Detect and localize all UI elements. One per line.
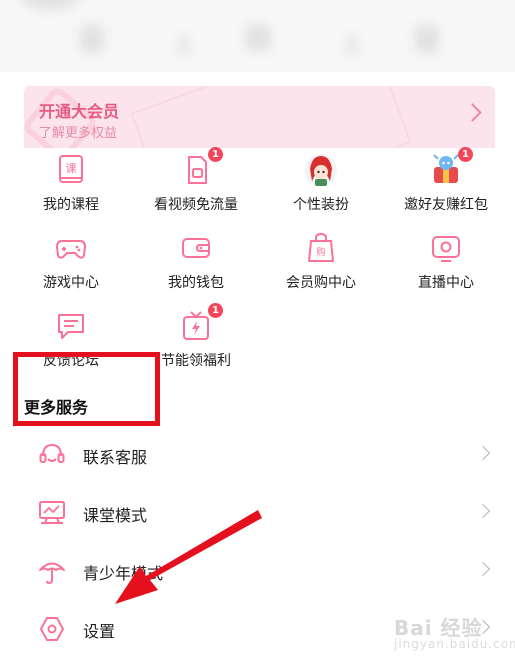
baidu-watermark: Bai 经验 jingyan.baidu.com (394, 612, 515, 651)
watermark-domain: jingyan.baidu.com (394, 637, 515, 651)
annotation-arrow (115, 510, 262, 604)
